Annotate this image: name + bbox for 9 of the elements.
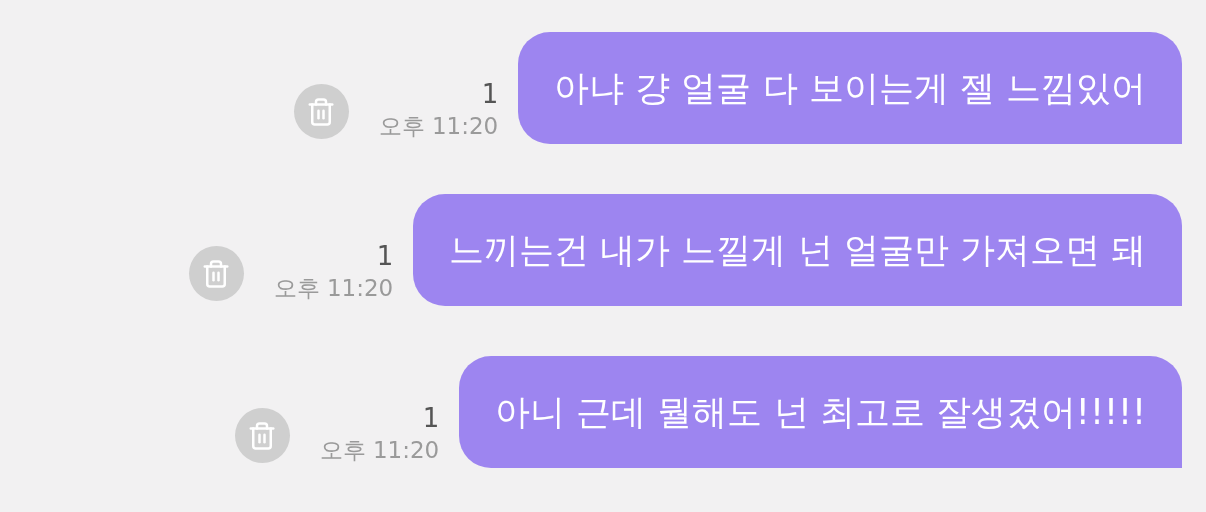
unread-count: 1 <box>481 78 499 110</box>
unread-count: 1 <box>422 402 440 434</box>
message-bubble: 아니 근데 뭘해도 넌 최고로 잘생겼어!!!!! <box>459 356 1182 468</box>
message-time: 오후 11:20 <box>319 436 440 465</box>
message-time: 오후 11:20 <box>273 274 394 303</box>
message-time: 오후 11:20 <box>378 112 499 141</box>
message-bubble: 느끼는건 내가 느낄게 넌 얼굴만 가져오면 돼 <box>413 194 1182 306</box>
unread-count: 1 <box>376 240 394 272</box>
message-bubble: 아냐 걍 얼굴 다 보이는게 젤 느낌있어 <box>518 32 1182 144</box>
